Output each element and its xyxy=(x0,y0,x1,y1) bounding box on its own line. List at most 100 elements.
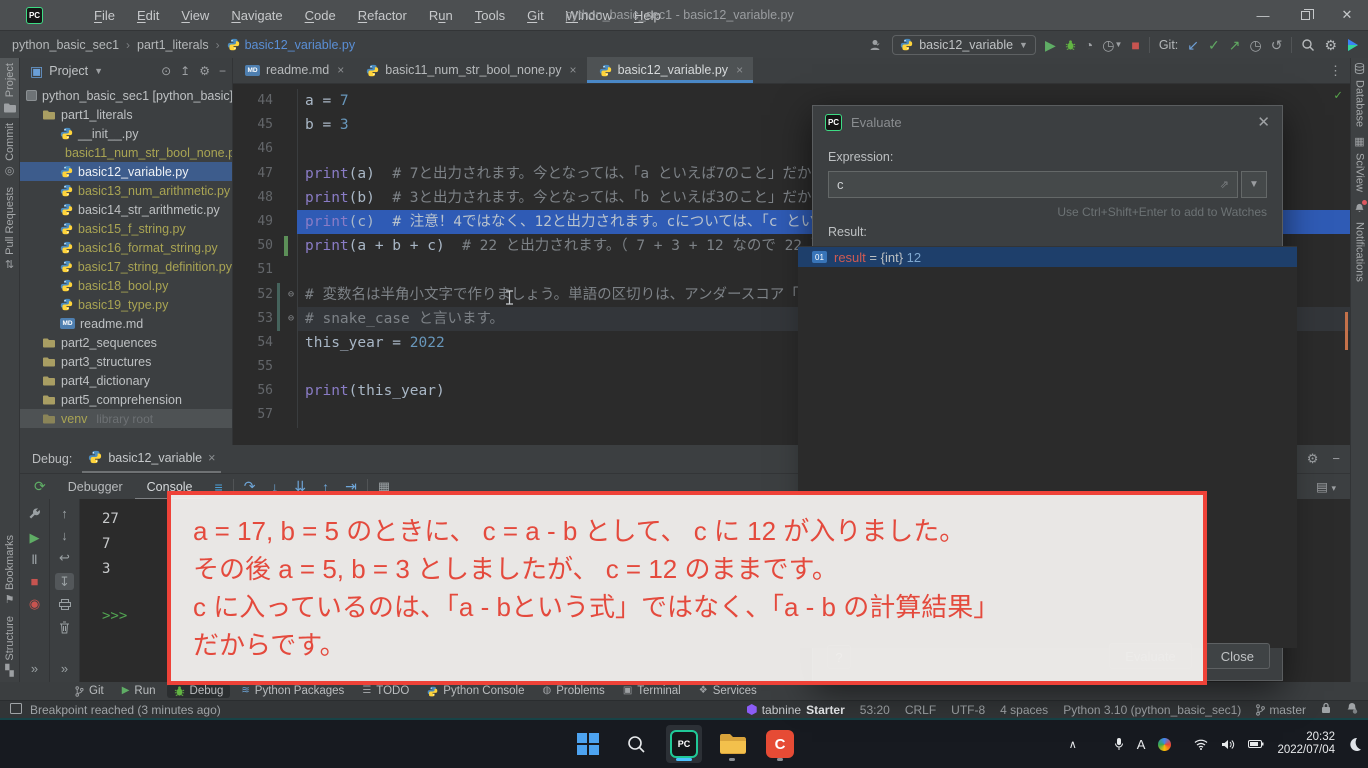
menu-edit[interactable]: Edit xyxy=(126,8,170,23)
stripe-item-pull-requests[interactable]: Pull Requests⇅ xyxy=(0,182,19,276)
expression-input[interactable]: c ⇗ xyxy=(828,171,1238,198)
close-dialog-icon[interactable]: ✕ xyxy=(1257,113,1270,131)
stripe-item-project[interactable]: Project xyxy=(0,58,19,118)
close-tab-icon[interactable]: × xyxy=(736,63,743,77)
tree-row[interactable]: basic17_string_definition.py xyxy=(20,257,232,276)
debug-button[interactable] xyxy=(1065,39,1076,51)
indent-style[interactable]: 4 spaces xyxy=(1000,703,1048,717)
toolwindow-button-python-packages[interactable]: ≋Python Packages xyxy=(234,684,351,698)
stop-icon[interactable]: ■ xyxy=(31,575,39,588)
rerun-icon[interactable]: ⟳ xyxy=(28,478,52,495)
plugin-icon[interactable] xyxy=(1346,38,1360,52)
more-console-actions-icon[interactable]: » xyxy=(61,661,68,676)
interpreter[interactable]: Python 3.10 (python_basic_sec1) xyxy=(1063,703,1241,717)
stripe-item-structure[interactable]: Structure▚ xyxy=(0,611,19,682)
toolwindow-button-debug[interactable]: Debug xyxy=(167,684,231,698)
scroll-to-end-icon[interactable]: ↧ xyxy=(55,573,74,590)
tree-row[interactable]: venv library root xyxy=(20,409,232,428)
menu-tools[interactable]: Tools xyxy=(464,8,516,23)
tree-row[interactable]: part2_sequences xyxy=(20,333,232,352)
tree-row[interactable]: basic15_f_string.py xyxy=(20,219,232,238)
tree-row[interactable]: basic11_num_str_bool_none.py xyxy=(20,143,232,162)
tree-row[interactable]: basic19_type.py xyxy=(20,295,232,314)
print-icon[interactable] xyxy=(59,599,71,612)
status-message[interactable]: Breakpoint reached (3 minutes ago) xyxy=(30,703,221,717)
line-ending[interactable]: CRLF xyxy=(905,703,936,717)
chevron-down-icon[interactable]: ▼ xyxy=(94,66,103,76)
git-push-button[interactable]: ↗ xyxy=(1229,38,1241,52)
menu-run[interactable]: Run xyxy=(418,8,464,23)
tree-row[interactable]: MDreadme.md xyxy=(20,314,232,333)
result-row[interactable]: 01 result = {int} 12 xyxy=(798,247,1297,267)
breadcrumb-item[interactable]: basic12_variable.py xyxy=(227,38,356,52)
caret-position[interactable]: 53:20 xyxy=(860,703,890,717)
up-stack-icon[interactable]: ↑ xyxy=(61,507,68,520)
tree-row[interactable]: __init__.py xyxy=(20,124,232,143)
menu-view[interactable]: View xyxy=(170,8,220,23)
git-history-button[interactable]: ◷ xyxy=(1249,38,1261,52)
coverage-button[interactable]: ◔ xyxy=(1085,38,1093,52)
lock-icon[interactable] xyxy=(1321,702,1331,717)
breadcrumb-item[interactable]: part1_literals xyxy=(137,38,209,52)
gear-icon[interactable]: ⚙ xyxy=(199,64,210,78)
project-view-label[interactable]: Project xyxy=(49,64,88,78)
tree-row[interactable]: python_basic_sec1 [python_basic]D:¥ xyxy=(20,86,232,105)
toolwindow-button-python-console[interactable]: Python Console xyxy=(420,684,531,698)
account-icon[interactable] xyxy=(1158,738,1171,751)
git-branch-widget[interactable]: master xyxy=(1256,703,1306,717)
menu-refactor[interactable]: Refactor xyxy=(347,8,418,23)
evaluate-dialog-titlebar[interactable]: PC Evaluate ✕ xyxy=(813,106,1282,138)
volume-icon[interactable] xyxy=(1221,739,1235,750)
profiler-button[interactable]: ◷▼ xyxy=(1102,38,1122,52)
run-button[interactable]: ▶ xyxy=(1045,38,1056,52)
stripe-item-commit[interactable]: Commit◎ xyxy=(0,118,19,182)
close-tab-icon[interactable]: × xyxy=(570,63,577,77)
microphone-icon[interactable] xyxy=(1114,737,1124,751)
tree-row[interactable]: part3_structures xyxy=(20,352,232,371)
editor-tab[interactable]: basic12_variable.py× xyxy=(587,57,754,83)
focus-assist-moon-icon[interactable] xyxy=(1348,737,1362,751)
collapse-all-icon[interactable]: ↥ xyxy=(180,64,190,78)
tree-row[interactable]: basic16_format_string.py xyxy=(20,238,232,257)
inspections-ok-icon[interactable]: ✓ xyxy=(1334,88,1342,103)
close-session-icon[interactable]: × xyxy=(208,451,215,465)
pause-icon[interactable]: Ⅱ xyxy=(31,553,37,566)
fold-icon[interactable]: ⊖ xyxy=(288,283,294,307)
battery-icon[interactable] xyxy=(1248,739,1264,749)
taskbar-app-camtasia[interactable]: C xyxy=(762,725,798,763)
expression-history-dropdown[interactable]: ▼ xyxy=(1241,171,1267,198)
toolwindow-button-services[interactable]: ❖Services xyxy=(692,684,764,698)
more-actions-icon[interactable]: » xyxy=(31,661,38,676)
tree-row[interactable]: part4_dictionary xyxy=(20,371,232,390)
tree-row[interactable]: part1_literals xyxy=(20,105,232,124)
debug-tab-debugger[interactable]: Debugger xyxy=(56,474,135,500)
toolwindow-button-todo[interactable]: ☰TODO xyxy=(355,684,416,698)
git-rollback-button[interactable]: ↺ xyxy=(1271,38,1283,52)
mute-breakpoints-icon[interactable]: ◉ xyxy=(29,597,40,610)
taskbar-app-start[interactable] xyxy=(570,725,606,763)
restore-icon[interactable] xyxy=(1284,0,1326,30)
stripe-item-sciview[interactable]: ▦SciView xyxy=(1351,132,1368,197)
locate-file-icon[interactable]: ⊙ xyxy=(161,64,171,78)
close-icon[interactable]: ✕ xyxy=(1326,0,1368,30)
layout-settings-icon[interactable]: ▤ ▾ xyxy=(1316,479,1336,494)
toolwindow-button-problems[interactable]: ◍Problems xyxy=(536,684,612,698)
toolwindow-button-git[interactable]: Git xyxy=(68,684,111,698)
down-stack-icon[interactable]: ↓ xyxy=(61,529,68,542)
clear-console-icon[interactable] xyxy=(59,621,70,636)
notifications-gear-icon[interactable] xyxy=(1346,702,1358,717)
tree-row[interactable]: basic13_num_arithmetic.py xyxy=(20,181,232,200)
security-icon[interactable] xyxy=(1090,739,1101,750)
close-button[interactable]: Close xyxy=(1205,643,1270,669)
taskbar-app-pycharm[interactable]: PC xyxy=(666,725,702,763)
menu-navigate[interactable]: Navigate xyxy=(220,8,293,23)
file-encoding[interactable]: UTF-8 xyxy=(951,703,985,717)
toolwindow-button-run[interactable]: ▶Run xyxy=(115,684,163,698)
settings-gear-icon[interactable]: ⚙ xyxy=(1324,38,1337,52)
stop-button[interactable]: ■ xyxy=(1131,38,1139,52)
hide-panel-icon[interactable]: − xyxy=(219,64,226,78)
breadcrumb-item[interactable]: python_basic_sec1 xyxy=(12,38,119,52)
layout-icon[interactable] xyxy=(10,703,22,717)
tree-row[interactable]: part5_comprehension xyxy=(20,390,232,409)
debug-session-tab[interactable]: basic12_variable × xyxy=(82,445,221,473)
